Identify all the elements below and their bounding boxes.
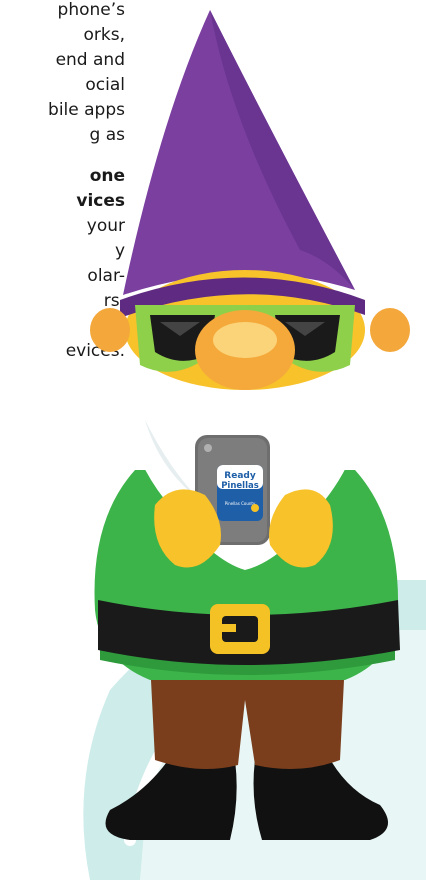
app-sun-icon [251, 504, 259, 512]
app-title-line-2: Pinellas [221, 481, 259, 491]
nose-highlight [213, 322, 277, 358]
app-subtitle: Pinellas County [225, 501, 256, 506]
right-ear [370, 308, 410, 352]
app-title-line-1: Ready [224, 471, 256, 481]
phone-camera-dot [204, 444, 212, 452]
belt-buckle-prong [222, 624, 236, 632]
left-ear [90, 308, 130, 352]
gnome-illustration: Ready Pinellas Pinellas County [90, 10, 410, 840]
